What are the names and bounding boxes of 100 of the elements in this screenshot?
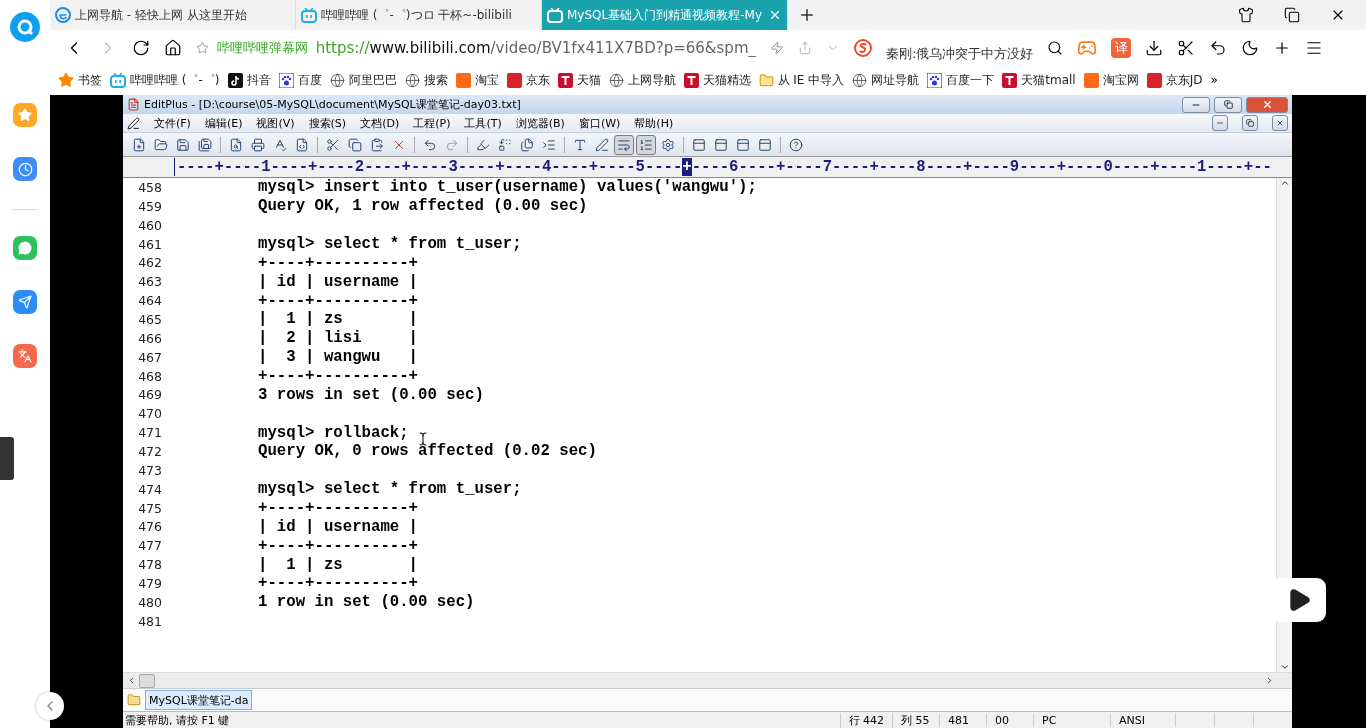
scroll-left-icon[interactable] [127, 676, 136, 685]
bookmark-link[interactable]: 天猫精选 [702, 71, 751, 89]
line-number: 474 [137, 481, 162, 497]
menu-item[interactable]: 工具(T) [464, 115, 502, 131]
star-icon [196, 39, 209, 56]
menu-item[interactable]: 编辑(E) [204, 115, 243, 131]
line-number: 470 [137, 406, 162, 422]
t-logo-icon [1002, 72, 1018, 88]
ruler: ----+----1----+----2----+----3----+----4----+----5----+----6----+----7----+----8----+----9----+----0----+----1----+-- [174, 158, 1272, 176]
new-tab-icon[interactable] [798, 6, 816, 24]
bookmark-link[interactable]: 上网导航 [627, 71, 676, 89]
status-text: PC [1033, 713, 1110, 727]
star-app-button[interactable] [13, 103, 37, 127]
line-number: 476 [137, 519, 162, 535]
code-line: | id | username | [258, 272, 419, 291]
bookmark-link[interactable]: 书签 [78, 71, 102, 89]
menu-item[interactable]: 浏览器(B) [515, 115, 565, 131]
bookmark-link[interactable]: 抖音 [246, 71, 271, 89]
paper-plane-icon [18, 295, 32, 309]
url-text[interactable]: https://www.bilibili.com/video/BV1fx411X7BD?p=66&spm_ [315, 38, 756, 57]
bookmark-link[interactable]: 天猫tmall [1021, 71, 1076, 89]
status-text: ANSI [1110, 713, 1175, 727]
close-icon [1261, 99, 1273, 110]
moon-icon [1241, 38, 1260, 57]
line-number: 469 [137, 387, 162, 403]
clock-app-button[interactable] [13, 157, 37, 181]
menu-item[interactable]: 窗口(W) [578, 115, 621, 131]
close-icon [1276, 119, 1284, 127]
code-line: Query OK, 0 rows affected (0.02 sec) [258, 442, 597, 461]
restore-button[interactable] [1214, 96, 1242, 113]
square-icon [506, 72, 522, 88]
close-button[interactable] [1246, 96, 1288, 113]
q-logo-icon[interactable] [10, 12, 40, 42]
translate-app-button[interactable] [13, 344, 37, 368]
scroll-right-icon[interactable] [1265, 676, 1274, 685]
bookmark-link[interactable]: 搜索 [423, 71, 448, 89]
lightning-icon [770, 40, 784, 55]
menu-item[interactable]: 视图(V) [256, 115, 295, 131]
line-number: 471 [137, 425, 162, 441]
side-handle[interactable] [0, 437, 14, 480]
line-number: 479 [137, 575, 162, 591]
shirt-icon [1238, 7, 1254, 23]
s-logo-icon[interactable] [854, 38, 872, 57]
menu-item[interactable]: 文件(F) [154, 115, 191, 131]
scroll-thumb[interactable] [139, 673, 155, 688]
line-number: 477 [137, 538, 162, 554]
line-number: 466 [137, 330, 162, 346]
bookmark-link[interactable]: 网址导航 [871, 71, 920, 89]
paw-icon [927, 72, 943, 88]
bookmark-link[interactable]: 淘宝 [474, 71, 499, 89]
more-bookmarks-button[interactable]: » [1210, 73, 1218, 87]
minimize-icon [1216, 119, 1224, 127]
close-icon[interactable] [768, 8, 782, 22]
search-icon [1047, 39, 1064, 56]
bookmark-link[interactable]: 淘宝网 [1102, 71, 1139, 89]
minimize-button[interactable] [1182, 96, 1210, 113]
code-line: | 1 | zs | [258, 555, 419, 574]
tv-icon [110, 72, 126, 88]
bookmark-link[interactable]: 天猫 [576, 71, 601, 89]
line-number: 473 [137, 462, 162, 478]
tv-icon [547, 7, 563, 23]
undo-icon [1209, 38, 1228, 57]
scroll-up-icon[interactable] [1279, 178, 1290, 188]
line-number: 459 [137, 198, 162, 214]
scroll-down-icon[interactable] [1279, 662, 1290, 672]
bookmark-link[interactable]: 京东 [525, 71, 550, 89]
restore-icon [1223, 100, 1233, 109]
hot-search-text[interactable]: 秦刚:俄乌冲突于中方没好 [886, 44, 1034, 63]
bookmark-link[interactable]: 京东JD [1165, 71, 1203, 89]
status-text: 481 [939, 713, 986, 727]
status-text: 需要帮助, 请按 F1 键 [124, 712, 231, 728]
bookmark-link[interactable]: 百度一下 [946, 71, 995, 89]
clock-icon [17, 161, 33, 177]
globe-icon [608, 72, 624, 88]
code-line: 3 rows in set (0.00 sec) [258, 385, 484, 404]
line-number: 462 [137, 255, 162, 271]
restore-button[interactable] [1242, 115, 1258, 131]
menu-item[interactable]: 工程(P) [413, 115, 451, 131]
code-line: +----+----------+ [258, 499, 419, 518]
star-icon [18, 108, 32, 122]
code-line: mysql> select * from t_user; [258, 480, 522, 499]
folder-icon [127, 693, 141, 707]
bookmark-link[interactable]: 从 IE 中导入 [777, 71, 845, 89]
t-logo-icon [683, 72, 699, 88]
bookmark-link[interactable]: 哔哩哔哩 (゜-゜) [130, 71, 220, 89]
code-line: mysql> select * from t_user; [258, 235, 522, 253]
menu-item[interactable]: 搜索(S) [308, 115, 347, 131]
minimize-button[interactable] [1212, 115, 1228, 131]
close-button[interactable] [1272, 115, 1288, 131]
status-text: 列 55 [892, 712, 939, 728]
send-app-button[interactable] [13, 290, 37, 314]
menu-item[interactable]: 文档(D) [360, 115, 400, 131]
bookmark-link[interactable]: 百度 [297, 71, 322, 89]
code-line: +----+----------+ [258, 367, 419, 385]
menu-item[interactable]: 帮助(H) [634, 115, 674, 131]
bookmark-link[interactable]: 阿里巴巴 [348, 71, 397, 89]
app-icon [127, 98, 140, 111]
file-tab[interactable]: MySQL课堂笔记-da [145, 690, 253, 710]
code-line: mysql> rollback; [258, 423, 409, 442]
download-icon [1145, 38, 1164, 57]
